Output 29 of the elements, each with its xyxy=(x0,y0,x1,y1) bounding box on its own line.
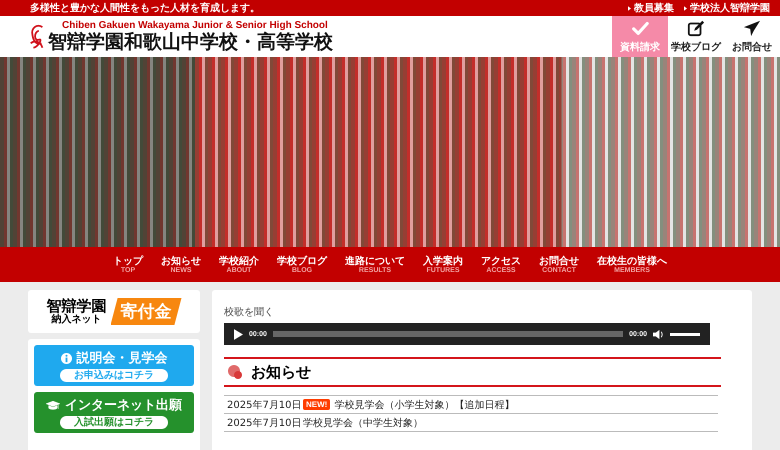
speaker-icon xyxy=(653,328,664,340)
donation-tag: 寄付金 xyxy=(110,298,182,325)
news-link[interactable]: 学校見学会（小学生対象）【追加日程】 xyxy=(334,398,514,412)
top-link[interactable]: 学校法人智辯学園 xyxy=(690,1,770,15)
info-icon xyxy=(60,352,72,364)
paper-plane-icon xyxy=(743,19,761,37)
edit-icon xyxy=(687,19,705,37)
triangle-icon xyxy=(628,6,631,10)
play-icon xyxy=(234,328,243,340)
news-date: 2025年7月10日 xyxy=(226,398,303,412)
donation-logo-subtitle: 納入ネット xyxy=(52,314,102,325)
school-name: 智辯学園和歌山中学校・高等学校 xyxy=(48,31,333,53)
sidebar-button[interactable]: インターネット出願 入試出願はコチラ xyxy=(34,392,194,433)
news-link[interactable]: 学校見学会（中学生対象） xyxy=(303,416,423,430)
check-icon xyxy=(631,19,649,37)
volume-slider[interactable] xyxy=(670,332,700,336)
section-heading: お知らせ xyxy=(251,362,311,382)
graduation-cap-icon xyxy=(46,400,60,410)
audio-label: 校歌を聞く xyxy=(224,306,274,319)
top-link[interactable]: 教員募集 xyxy=(634,1,674,15)
tagline: 多様性と豊かな人間性をもった人材を育成します。 xyxy=(30,1,260,15)
script-logo-icon xyxy=(28,22,46,50)
new-badge: NEW! xyxy=(303,399,330,410)
circles-icon xyxy=(227,364,243,380)
progress-track[interactable] xyxy=(272,331,624,337)
donation-logo-name: 智辯学園 xyxy=(46,298,106,314)
triangle-icon xyxy=(684,6,687,10)
school-name-english: Chiben Gakuen Wakayama Junior & Senior High School xyxy=(61,20,329,31)
news-date: 2025年7月10日 xyxy=(226,416,303,430)
